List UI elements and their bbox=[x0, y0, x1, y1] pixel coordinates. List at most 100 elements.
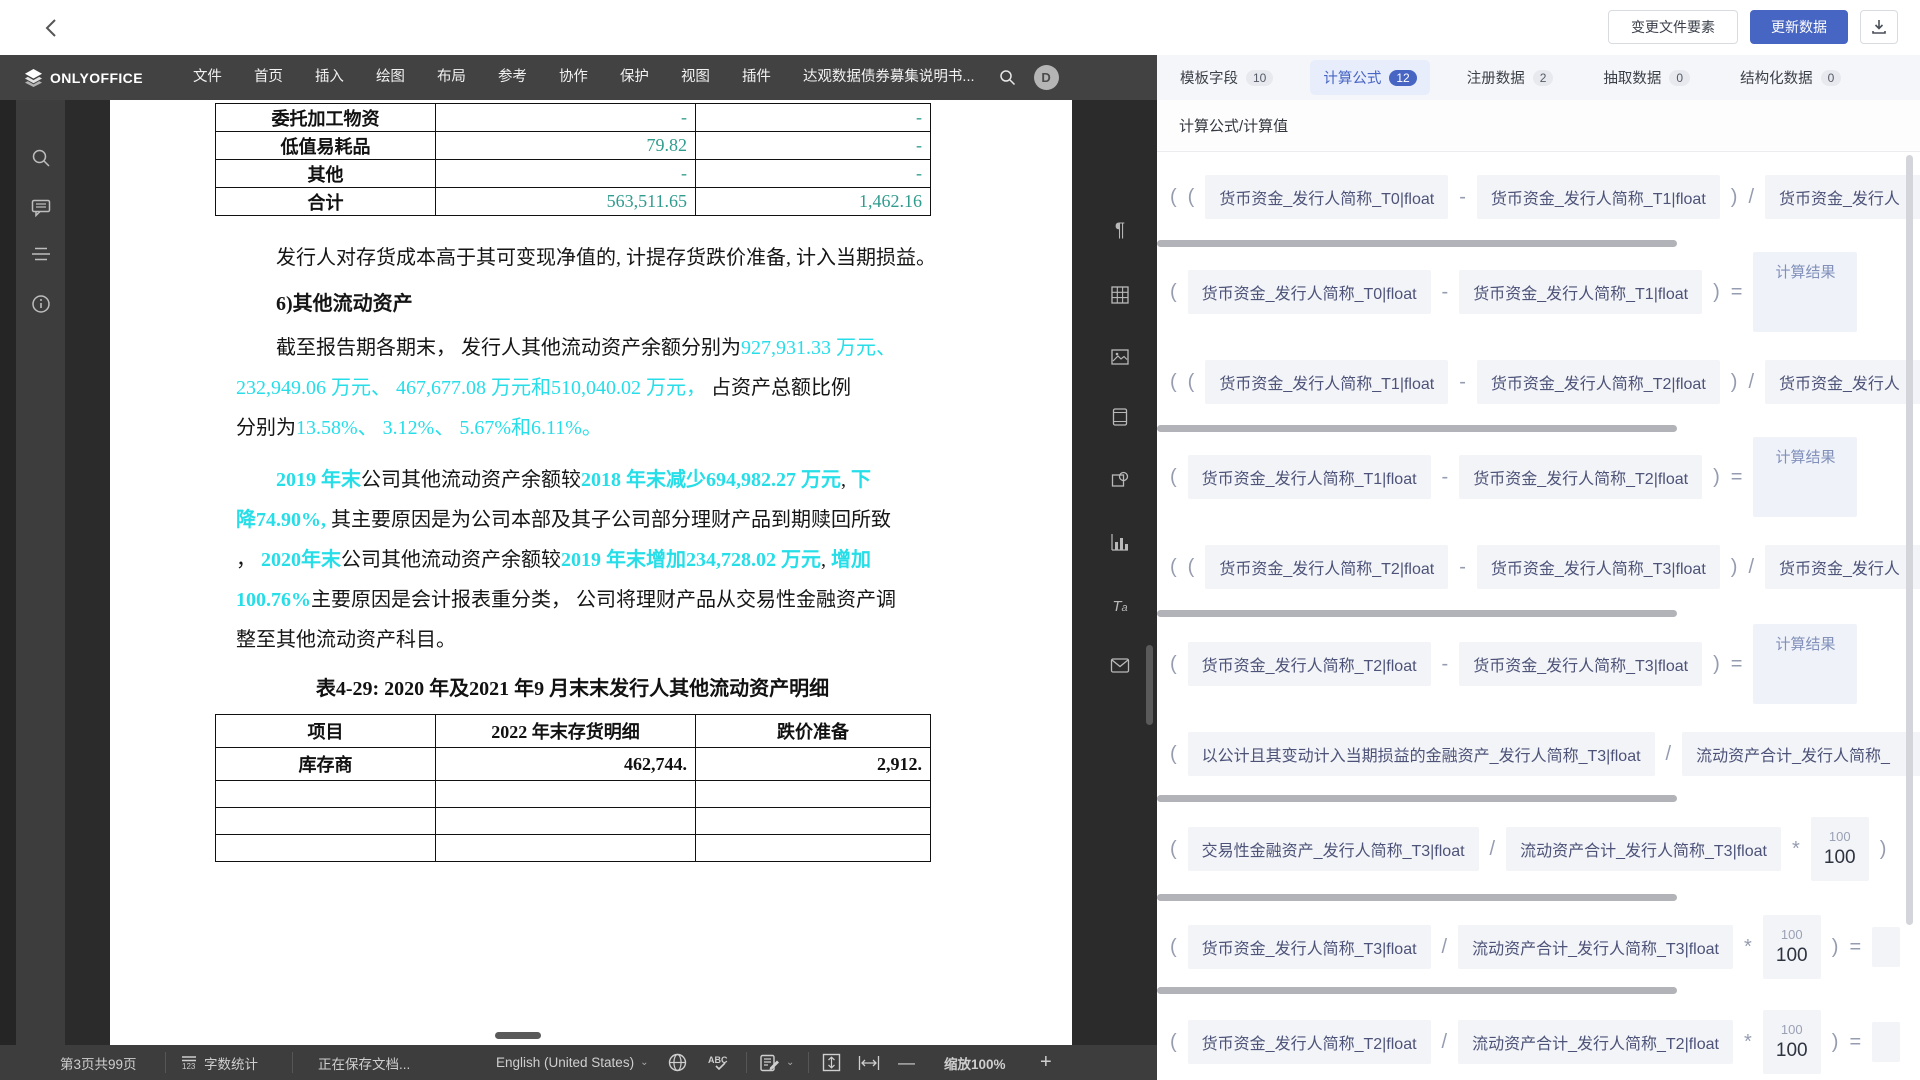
field-chip[interactable]: 货币资金_发行人简称_T1|float bbox=[1205, 360, 1448, 404]
image-settings-icon[interactable] bbox=[1111, 348, 1129, 371]
field-chip[interactable]: 货币资金_发行人简称_T2|float bbox=[1477, 360, 1720, 404]
field-chip[interactable]: 流动资产合计_发行人简称_T2|float bbox=[1458, 1020, 1733, 1064]
field-chip[interactable]: 货币资金_发行人简称_T0|float bbox=[1188, 270, 1431, 314]
table-settings-icon[interactable] bbox=[1111, 286, 1129, 309]
language-selector[interactable]: English (United States)⌄ bbox=[496, 1045, 648, 1080]
editor-horizontal-scrollbar[interactable] bbox=[495, 1032, 541, 1039]
back-button[interactable] bbox=[38, 14, 66, 42]
field-chip[interactable]: 货币资金_发行人 bbox=[1765, 545, 1920, 589]
comments-icon[interactable] bbox=[31, 198, 51, 223]
field-chip[interactable]: 货币资金_发行人简称_T1|float bbox=[1477, 175, 1720, 219]
menu-item-4[interactable]: 布局 bbox=[421, 55, 482, 100]
operator: / bbox=[1442, 1031, 1448, 1054]
menu-item-10[interactable]: 达观数据债券募集说明书... bbox=[787, 55, 991, 100]
table-cell: 563,511.65 bbox=[436, 188, 696, 216]
field-chip-clipped[interactable] bbox=[1872, 1022, 1900, 1062]
field-chip[interactable]: 货币资金_发行人 bbox=[1765, 360, 1920, 404]
result-chip[interactable]: 计算结果 bbox=[1753, 437, 1857, 517]
constant-chip[interactable]: 100100 bbox=[1763, 915, 1821, 979]
textart-settings-icon[interactable]: Ta bbox=[1112, 596, 1127, 616]
menu-item-9[interactable]: 插件 bbox=[726, 55, 787, 100]
field-chip[interactable]: 流动资产合计_发行人简称_ bbox=[1682, 732, 1920, 776]
horizontal-scrollbar[interactable] bbox=[1157, 987, 1677, 994]
horizontal-scrollbar[interactable] bbox=[1157, 425, 1677, 432]
tab-计算公式[interactable]: 计算公式12 bbox=[1310, 60, 1429, 95]
word-count-button[interactable]: 123 字数统计 bbox=[180, 1045, 258, 1080]
constant-value: 100 bbox=[1824, 847, 1856, 869]
highlighted-text: 2018 年末减少694,982.27 万元 bbox=[581, 469, 841, 491]
operator: ) bbox=[1731, 556, 1738, 579]
page-indicator[interactable]: 第3页共99页 bbox=[60, 1045, 137, 1080]
tab-抽取数据[interactable]: 抽取数据0 bbox=[1590, 60, 1703, 95]
search-icon[interactable] bbox=[31, 148, 51, 173]
menu-item-5[interactable]: 参考 bbox=[482, 55, 543, 100]
menu-item-7[interactable]: 保护 bbox=[604, 55, 665, 100]
table-cell: 合计 bbox=[216, 188, 436, 216]
field-chip[interactable]: 货币资金_发行人简称_T2|float bbox=[1188, 1020, 1431, 1064]
formula-row: (交易性金融资产_发行人简称_T3|float/流动资产合计_发行人简称_T3|… bbox=[1157, 804, 1920, 894]
horizontal-scrollbar[interactable] bbox=[1157, 240, 1677, 247]
menu-item-6[interactable]: 协作 bbox=[543, 55, 604, 100]
result-chip[interactable]: 计算结果 bbox=[1753, 252, 1857, 332]
field-chip[interactable]: 货币资金_发行人简称_T2|float bbox=[1459, 455, 1702, 499]
zoom-in-button[interactable]: + bbox=[1040, 1045, 1052, 1080]
field-chip[interactable]: 货币资金_发行人简称_T1|float bbox=[1459, 270, 1702, 314]
download-button[interactable] bbox=[1860, 10, 1898, 44]
document-page[interactable]: 委托加工物资--低值易耗品79.82-其他--合计563,511.651,462… bbox=[110, 100, 1072, 1045]
tab-结构化数据[interactable]: 结构化数据0 bbox=[1727, 60, 1854, 95]
menu-item-1[interactable]: 首页 bbox=[238, 55, 299, 100]
field-chip[interactable]: 以公计且其变动计入当期损益的金融资产_发行人简称_T3|float bbox=[1188, 732, 1655, 776]
about-icon[interactable] bbox=[31, 294, 51, 319]
tab-注册数据[interactable]: 注册数据2 bbox=[1454, 60, 1567, 95]
zoom-out-button[interactable]: — bbox=[898, 1045, 915, 1080]
constant-chip[interactable]: 100100 bbox=[1811, 817, 1869, 881]
menu-item-2[interactable]: 插入 bbox=[299, 55, 360, 100]
result-chip[interactable]: 计算结果 bbox=[1753, 624, 1857, 704]
update-data-button[interactable]: 更新数据 bbox=[1750, 10, 1848, 44]
track-changes-button[interactable]: ⌄ bbox=[760, 1045, 794, 1080]
horizontal-scrollbar[interactable] bbox=[1157, 795, 1677, 802]
fit-width-button[interactable] bbox=[858, 1045, 880, 1080]
shape-settings-icon[interactable] bbox=[1111, 471, 1129, 494]
field-chip-clipped[interactable] bbox=[1872, 927, 1900, 967]
spellcheck-button[interactable]: ABC bbox=[708, 1045, 730, 1080]
horizontal-scrollbar[interactable] bbox=[1157, 610, 1677, 617]
horizontal-scrollbar[interactable] bbox=[1157, 894, 1677, 901]
chart-settings-icon[interactable] bbox=[1111, 533, 1129, 556]
doc-text: ， bbox=[236, 549, 261, 571]
zoom-level[interactable]: 缩放100% bbox=[944, 1045, 1006, 1080]
headerfooter-settings-icon[interactable] bbox=[1113, 408, 1128, 431]
operator: ( bbox=[1170, 1031, 1177, 1054]
download-icon bbox=[1871, 19, 1887, 35]
field-chip[interactable]: 货币资金_发行人简称_T0|float bbox=[1205, 175, 1448, 219]
field-chip[interactable]: 交易性金融资产_发行人简称_T3|float bbox=[1188, 827, 1479, 871]
constant-chip[interactable]: 100100 bbox=[1763, 1010, 1821, 1074]
panel-vertical-scrollbar[interactable] bbox=[1906, 155, 1913, 925]
paragraph-settings-icon[interactable]: ¶ bbox=[1115, 220, 1125, 242]
field-chip[interactable]: 货币资金_发行人 bbox=[1765, 175, 1920, 219]
menu-item-8[interactable]: 视图 bbox=[665, 55, 726, 100]
field-chip[interactable]: 货币资金_发行人简称_T3|float bbox=[1477, 545, 1720, 589]
menu-item-3[interactable]: 绘图 bbox=[360, 55, 421, 100]
field-chip[interactable]: 货币资金_发行人简称_T2|float bbox=[1188, 642, 1431, 686]
mailmerge-icon[interactable] bbox=[1111, 658, 1130, 678]
fit-page-button[interactable] bbox=[822, 1045, 841, 1080]
field-chip[interactable]: 货币资金_发行人简称_T3|float bbox=[1188, 925, 1431, 969]
field-chip[interactable]: 流动资产合计_发行人简称_T3|float bbox=[1506, 827, 1781, 871]
operator: - bbox=[1459, 371, 1466, 394]
menu-item-0[interactable]: 文件 bbox=[177, 55, 238, 100]
avatar[interactable]: D bbox=[1034, 65, 1059, 90]
field-chip[interactable]: 货币资金_发行人简称_T2|float bbox=[1205, 545, 1448, 589]
field-chip[interactable]: 流动资产合计_发行人简称_T3|float bbox=[1458, 925, 1733, 969]
editor-vertical-scrollbar[interactable] bbox=[1146, 645, 1153, 725]
field-chip[interactable]: 货币资金_发行人简称_T3|float bbox=[1459, 642, 1702, 686]
navigation-icon[interactable] bbox=[31, 246, 51, 267]
table-cell bbox=[696, 835, 931, 862]
document-language-button[interactable] bbox=[668, 1045, 687, 1080]
operator: = bbox=[1731, 466, 1743, 489]
operator: = bbox=[1849, 1031, 1861, 1054]
tab-模板字段[interactable]: 模板字段10 bbox=[1167, 60, 1286, 95]
change-file-elements-button[interactable]: 变更文件要素 bbox=[1608, 10, 1738, 44]
menu-search-button[interactable] bbox=[999, 69, 1016, 86]
field-chip[interactable]: 货币资金_发行人简称_T1|float bbox=[1188, 455, 1431, 499]
